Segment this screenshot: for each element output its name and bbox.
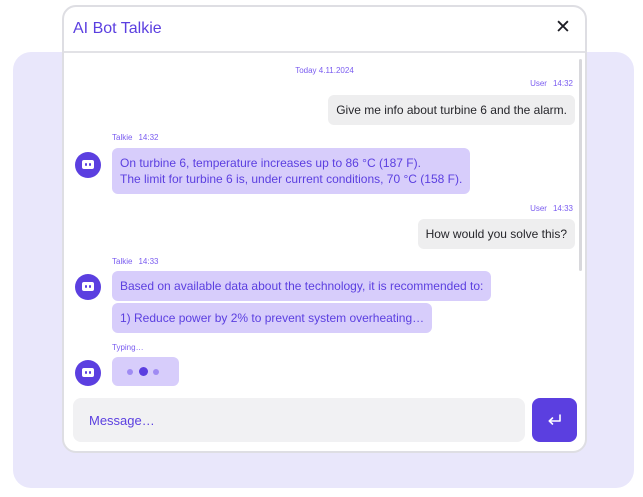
bot-avatar (75, 360, 101, 386)
sender-name: Talkie (112, 257, 133, 266)
typing-dot (127, 369, 133, 375)
message-time: 14:32 (138, 133, 159, 142)
message-meta: Talkie 14:33 (112, 257, 158, 266)
window-header: AI Bot Talkie ✕ (64, 7, 585, 53)
message-text: 1) Reduce power by 2% to prevent system … (120, 311, 425, 325)
close-icon[interactable]: ✕ (555, 18, 571, 37)
message-time: 14:33 (552, 204, 573, 213)
bot-avatar (75, 152, 101, 178)
sender-name: User (530, 204, 547, 213)
typing-indicator (112, 357, 179, 386)
message-text: How would you solve this? (425, 227, 567, 241)
enter-arrow-icon (548, 414, 561, 425)
message-list[interactable]: Today 4.11.2024 User 14:32 Give me info a… (64, 55, 585, 393)
message-text: Give me info about turbine 6 and the ala… (336, 103, 567, 117)
typing-dot (139, 367, 148, 376)
typing-label: Typing… (112, 343, 144, 352)
date-separator: Today 4.11.2024 (295, 66, 354, 75)
chat-window: AI Bot Talkie ✕ Today 4.11.2024 User 14:3… (62, 5, 587, 453)
user-message: Give me info about turbine 6 and the ala… (328, 95, 575, 125)
window-title: AI Bot Talkie (73, 20, 162, 37)
sender-name: Talkie (112, 133, 133, 142)
message-text: The limit for turbine 6 is, under curren… (120, 172, 463, 186)
message-text: Based on available data about the techno… (120, 279, 484, 293)
bot-message: On turbine 6, temperature increases up t… (112, 148, 471, 194)
message-meta: Talkie 14:32 (112, 133, 158, 142)
send-button[interactable] (532, 398, 577, 442)
bot-message: 1) Reduce power by 2% to prevent system … (112, 303, 433, 333)
message-input[interactable] (73, 398, 525, 442)
message-meta: User 14:33 (530, 204, 573, 213)
bot-avatar (75, 274, 101, 300)
sender-name: User (530, 79, 547, 88)
scrollbar[interactable] (579, 59, 582, 271)
message-text: On turbine 6, temperature increases up t… (120, 156, 421, 170)
bot-face-icon (82, 282, 94, 291)
bot-face-icon (82, 160, 94, 169)
typing-dot (153, 369, 159, 375)
bot-message: Based on available data about the techno… (112, 271, 492, 301)
message-time: 14:32 (552, 79, 573, 88)
bot-face-icon (82, 368, 94, 377)
message-meta: User 14:32 (530, 79, 573, 88)
message-time: 14:33 (138, 257, 159, 266)
user-message: How would you solve this? (417, 219, 575, 249)
